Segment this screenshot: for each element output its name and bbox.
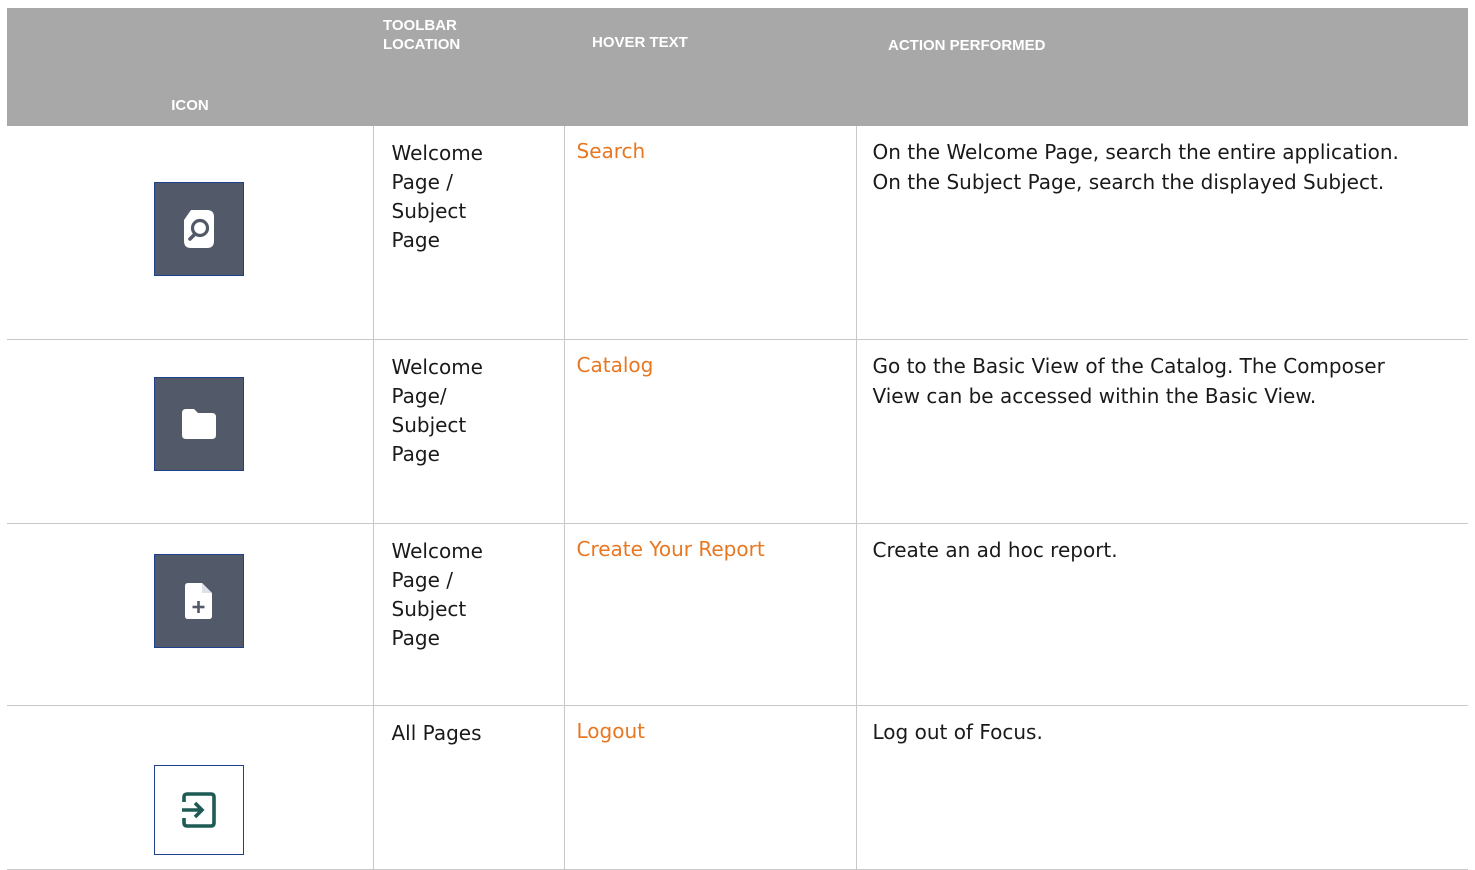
action-cell: Log out of Focus. [856,705,1468,870]
icon-cell [7,523,374,706]
toolbar-location-cell: Welcome Page/ Subject Page [373,339,565,524]
toolbar-location-cell: Welcome Page / Subject Page [373,523,565,706]
header-action-performed: ACTION PERFORMED [856,8,1468,126]
action-cell: Create an ad hoc report. [856,523,1468,706]
toolbar-location-cell: All Pages [373,705,565,870]
table-row: Welcome Page/ Subject Page Catalog Go to… [7,339,1468,524]
hover-text-cell: Logout [564,705,857,870]
logout-icon[interactable] [154,765,244,855]
location-line: Page [391,228,440,252]
location-line: Page / [391,568,454,592]
header-location-line-2: LOCATION [383,36,461,53]
table-row: All Pages Logout Log out of Focus. [7,705,1468,870]
location-line: Page/ [391,384,447,408]
header-location-line-1: TOOLBAR [383,17,457,34]
location-line: Welcome [391,141,483,165]
folder-icon[interactable] [154,377,244,471]
hover-text-cell: Catalog [564,339,857,524]
location-line: Page / [391,170,454,194]
location-line: All Pages [391,721,482,745]
location-line: Subject [391,199,467,223]
table-row: Welcome Page / Subject Page Create Your … [7,523,1468,706]
icon-cell [7,705,374,870]
icon-cell [7,339,374,524]
header-toolbar-location: TOOLBAR LOCATION [373,8,564,126]
location-line: Welcome [391,539,483,563]
search-icon[interactable] [154,182,244,276]
action-cell: On the Welcome Page, search the entire a… [856,126,1468,340]
header-row: ICON TOOLBAR LOCATION HOVER TEXT ACTION … [7,8,1468,126]
location-line: Subject [391,413,467,437]
table-row: Welcome Page / Subject Page Search On th… [7,126,1468,340]
location-line: Welcome [391,355,483,379]
header-hover-text: HOVER TEXT [564,8,856,126]
add-file-icon[interactable] [154,554,244,648]
icon-cell [7,126,374,340]
hover-text-cell: Create Your Report [564,523,857,706]
location-line: Subject [391,597,467,621]
location-line: Page [391,626,440,650]
header-icon: ICON [7,8,373,126]
toolbar-icons-table: ICON TOOLBAR LOCATION HOVER TEXT ACTION … [7,8,1468,870]
location-line: Page [391,442,440,466]
action-cell: Go to the Basic View of the Catalog. The… [856,339,1468,524]
hover-text-cell: Search [564,126,857,340]
toolbar-location-cell: Welcome Page / Subject Page [373,126,565,340]
